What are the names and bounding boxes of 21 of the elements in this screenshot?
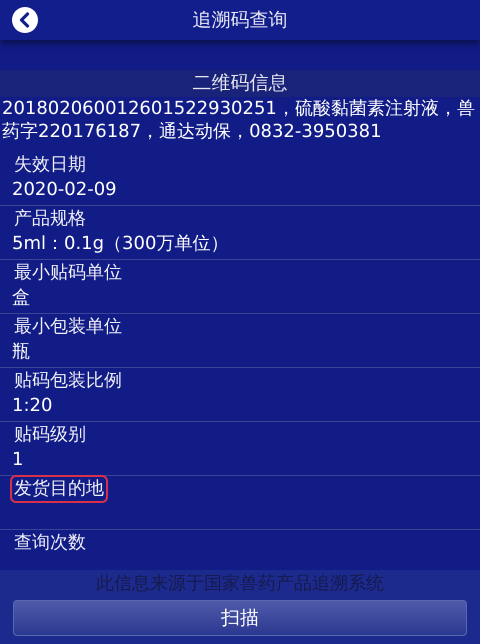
field-value: 盒: [12, 286, 31, 310]
scan-button[interactable]: 扫描: [13, 600, 467, 636]
field-value: 瓶: [12, 340, 31, 364]
page-title: 追溯码查询: [192, 8, 288, 33]
qr-info-text: 201802060012601522930251，硫酸黏菌素注射液，兽药字220176187，通达动保，0832-3950381: [1, 97, 476, 143]
field-value: 1:20: [12, 394, 54, 418]
field-value: 5ml：0.1g（300万单位）: [12, 232, 230, 256]
field-value: 2020-02-09: [12, 178, 118, 202]
source-note: 此信息来源于国家兽药产品追溯系统: [96, 572, 384, 596]
field-label: 最小包装单位: [13, 315, 123, 339]
back-icon: [12, 7, 38, 33]
field-label: 贴码级别: [13, 423, 87, 447]
field-label: 最小贴码单位: [13, 261, 123, 285]
field-label: 产品规格: [13, 207, 87, 231]
field-label: 失效日期: [13, 153, 87, 177]
back-button[interactable]: [12, 7, 38, 33]
field-label: 发货目的地: [10, 475, 108, 503]
field-label: 贴码包装比例: [13, 369, 123, 393]
field-label: 查询次数: [13, 531, 87, 555]
field-value: 1: [12, 448, 24, 472]
section-title: 二维码信息: [0, 70, 480, 97]
